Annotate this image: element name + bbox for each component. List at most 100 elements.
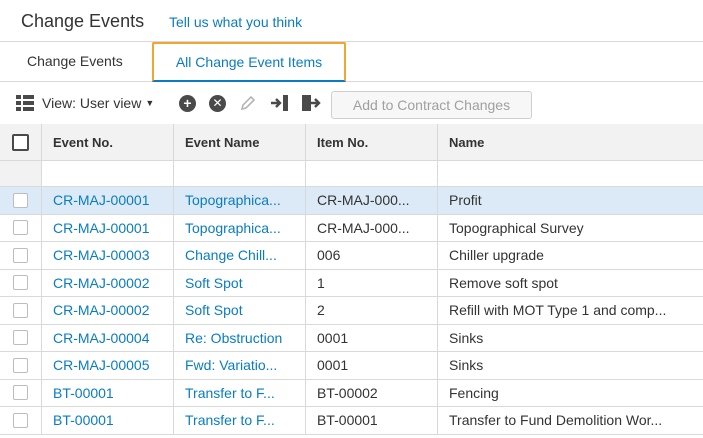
event-no-link[interactable]: CR-MAJ-00001: [53, 192, 157, 208]
tab-bar: Change Events All Change Event Items: [0, 42, 703, 82]
import-icon[interactable]: [270, 93, 290, 113]
event-no-link[interactable]: CR-MAJ-00002: [53, 275, 157, 291]
event-name-link[interactable]: Topographica...: [185, 192, 289, 208]
row-checkbox[interactable]: [13, 275, 28, 291]
item-no-cell: BT-00001: [317, 412, 378, 429]
event-name-cell: Soft Spot: [174, 297, 306, 325]
event-no-cell: CR-MAJ-00002: [42, 297, 174, 325]
item-name-cell-cell: Profit: [438, 187, 703, 215]
item-no-cell-cell: BT-00001: [306, 407, 438, 435]
select-all-cell: [0, 124, 42, 161]
event-no-cell: CR-MAJ-00002: [42, 269, 174, 297]
page-header: Change Events Tell us what you think: [0, 0, 703, 42]
row-checkbox[interactable]: [13, 220, 28, 236]
event-no-link[interactable]: CR-MAJ-00001: [53, 220, 157, 236]
row-select-cell: [0, 242, 42, 270]
column-header-item-no[interactable]: Item No.: [306, 124, 438, 161]
item-name-cell-cell: Sinks: [438, 352, 703, 380]
filter-event-no[interactable]: [42, 161, 174, 187]
item-no-cell-cell: 2: [306, 297, 438, 325]
row-checkbox[interactable]: [13, 330, 28, 346]
item-name-cell: Sinks: [449, 329, 484, 346]
event-name-link[interactable]: Topographica...: [185, 220, 289, 236]
column-header-event-name[interactable]: Event Name: [174, 124, 306, 161]
row-select-cell: [0, 297, 42, 325]
table-row[interactable]: BT-00001 Transfer to F... BT-00001 Transfer…: [0, 407, 703, 435]
event-name-link[interactable]: Soft Spot: [185, 275, 251, 291]
item-no-cell: CR-MAJ-000...: [317, 192, 410, 209]
row-select-cell: [0, 187, 42, 215]
item-name-cell-cell: Topographical Survey: [438, 214, 703, 242]
table-row[interactable]: CR-MAJ-00001 Topographica... CR-MAJ-000...…: [0, 214, 703, 242]
item-name-cell: Profit: [449, 192, 482, 209]
item-name-cell-cell: Remove soft spot: [438, 269, 703, 297]
item-no-cell: 1: [317, 274, 325, 291]
item-no-cell: 0001: [317, 329, 349, 346]
item-name-cell: Fencing: [449, 384, 499, 401]
feedback-link[interactable]: Tell us what you think: [169, 14, 302, 30]
row-checkbox[interactable]: [13, 192, 28, 208]
tab-change-events[interactable]: Change Events: [15, 42, 135, 81]
item-no-cell-cell: 0001: [306, 352, 438, 380]
table-row[interactable]: BT-00001 Transfer to F... BT-00002 Fencing: [0, 379, 703, 407]
event-no-link[interactable]: CR-MAJ-00005: [53, 357, 157, 373]
item-no-cell: 006: [317, 247, 341, 264]
event-no-link[interactable]: CR-MAJ-00003: [53, 247, 157, 263]
item-no-cell-cell: 0001: [306, 324, 438, 352]
grid-icon[interactable]: [16, 93, 34, 113]
row-select-cell: [0, 214, 42, 242]
table-row[interactable]: CR-MAJ-00004 Re: Obstruction 0001 Sinks: [0, 324, 703, 352]
event-name-link[interactable]: Transfer to F...: [185, 412, 283, 428]
row-checkbox[interactable]: [13, 357, 28, 373]
row-checkbox[interactable]: [13, 412, 28, 428]
add-to-contract-changes-button[interactable]: Add to Contract Changes: [331, 91, 532, 119]
event-no-cell: CR-MAJ-00001: [42, 214, 174, 242]
tab-all-change-event-items[interactable]: All Change Event Items: [152, 42, 346, 82]
item-name-cell-cell: Fencing: [438, 379, 703, 407]
event-name-link[interactable]: Change Chill...: [185, 247, 285, 263]
event-no-link[interactable]: BT-00001: [53, 385, 122, 401]
filter-item-no[interactable]: [306, 161, 438, 187]
column-header-name[interactable]: Name: [438, 124, 703, 161]
export-icon[interactable]: [301, 93, 321, 113]
item-name-cell-cell: Refill with MOT Type 1 and comp...: [438, 297, 703, 325]
event-no-link[interactable]: CR-MAJ-00004: [53, 330, 157, 346]
event-no-link[interactable]: BT-00001: [53, 412, 122, 428]
row-checkbox[interactable]: [13, 247, 28, 263]
select-all-checkbox[interactable]: [12, 133, 29, 151]
item-name-cell-cell: Transfer to Fund Demolition Wor...: [438, 407, 703, 435]
event-no-link[interactable]: CR-MAJ-00002: [53, 302, 157, 318]
item-no-cell: 0001: [317, 357, 349, 374]
item-name-cell: Sinks: [449, 357, 484, 374]
event-no-cell: BT-00001: [42, 407, 174, 435]
table-row[interactable]: CR-MAJ-00005 Fwd: Variatio... 0001 Sinks: [0, 352, 703, 380]
item-name-cell: Chiller upgrade: [449, 247, 544, 264]
item-no-cell-cell: CR-MAJ-000...: [306, 214, 438, 242]
row-select-cell: [0, 379, 42, 407]
event-name-link[interactable]: Transfer to F...: [185, 385, 283, 401]
column-header-event-no[interactable]: Event No.: [42, 124, 174, 161]
event-name-link[interactable]: Soft Spot: [185, 302, 251, 318]
row-checkbox[interactable]: [13, 302, 28, 318]
row-select-cell: [0, 324, 42, 352]
filter-event-name[interactable]: [174, 161, 306, 187]
remove-icon[interactable]: ✕: [209, 93, 226, 113]
item-no-cell-cell: 1: [306, 269, 438, 297]
table-row[interactable]: CR-MAJ-00003 Change Chill... 006 Chiller up…: [0, 242, 703, 270]
table-row[interactable]: CR-MAJ-00002 Soft Spot 1 Remove soft spot: [0, 269, 703, 297]
event-name-cell: Change Chill...: [174, 242, 306, 270]
item-name-cell: Transfer to Fund Demolition Wor...: [449, 412, 663, 429]
item-name-cell: Refill with MOT Type 1 and comp...: [449, 302, 667, 319]
event-no-cell: CR-MAJ-00003: [42, 242, 174, 270]
event-name-link[interactable]: Re: Obstruction: [185, 330, 290, 346]
item-no-cell: BT-00002: [317, 384, 378, 401]
filter-name[interactable]: [438, 161, 703, 187]
table-row[interactable]: CR-MAJ-00001 Topographica... CR-MAJ-000...…: [0, 187, 703, 215]
item-name-cell-cell: Chiller upgrade: [438, 242, 703, 270]
edit-icon[interactable]: [239, 93, 257, 113]
view-selector[interactable]: View: User view ▼: [42, 93, 154, 113]
table-row[interactable]: CR-MAJ-00002 Soft Spot 2 Refill with MOT Ty…: [0, 297, 703, 325]
row-checkbox[interactable]: [13, 385, 28, 401]
event-name-link[interactable]: Fwd: Variatio...: [185, 357, 285, 373]
add-icon[interactable]: +: [179, 93, 196, 113]
